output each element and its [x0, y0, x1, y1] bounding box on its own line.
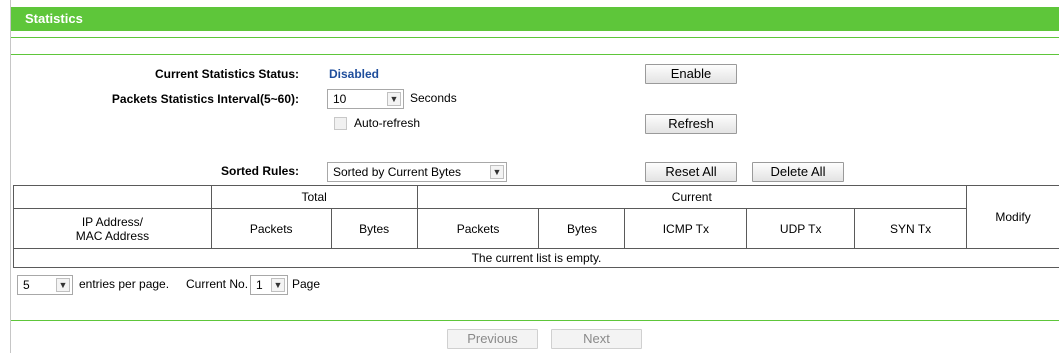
page-text: Page [292, 277, 321, 291]
syn-tx-header: SYN Tx [854, 208, 968, 249]
entries-per-page-select[interactable]: 5 ▼ [17, 275, 73, 295]
ip-address-header-line: IP Address/ [81, 214, 143, 229]
status-label: Current Statistics Status: [154, 67, 299, 81]
table-empty-row: The current list is empty. [13, 248, 1059, 268]
icmp-tx-header: ICMP Tx [624, 208, 748, 249]
reset-all-button[interactable]: Reset All [645, 162, 737, 182]
statistics-table: Total Current Modify IP Address/ MAC Add… [13, 185, 1059, 268]
interval-select-value: 10 [333, 92, 347, 106]
entries-per-page-value: 5 [23, 278, 30, 292]
total-packets-header: Packets [210, 208, 332, 249]
interval-select[interactable]: 10 ▼ [327, 89, 404, 109]
delete-all-button[interactable]: Delete All [752, 162, 844, 182]
page-number-value: 1 [256, 278, 263, 292]
next-button[interactable]: Next [551, 329, 642, 349]
udp-tx-header: UDP Tx [746, 208, 856, 249]
table-column-header-row: IP Address/ MAC Address Packets Bytes Pa… [13, 208, 1059, 249]
mac-address-header-line: MAC Address [75, 228, 150, 243]
current-packets-header: Packets [416, 208, 540, 249]
auto-refresh-label: Auto-refresh [354, 116, 421, 130]
sorted-rules-value: Sorted by Current Bytes [333, 165, 462, 179]
header-divider [11, 37, 1059, 38]
table-corner-cell [13, 185, 212, 209]
refresh-button[interactable]: Refresh [645, 114, 737, 134]
status-value: Disabled [329, 67, 380, 81]
chevron-down-icon: ▼ [387, 92, 401, 106]
auto-refresh-checkbox[interactable] [334, 117, 347, 130]
table-group-header-row: Total Current Modify [13, 185, 1059, 249]
panel-title: Statistics [11, 7, 1059, 31]
interval-label: Packets Statistics Interval(5~60): [111, 92, 299, 106]
current-no-label: Current No. [186, 277, 249, 291]
total-group-header: Total [210, 185, 418, 209]
ip-mac-column-header: IP Address/ MAC Address [13, 208, 212, 249]
chevron-down-icon: ▼ [271, 278, 285, 292]
current-bytes-header: Bytes [538, 208, 626, 249]
interval-unit: Seconds [410, 91, 457, 105]
chevron-down-icon: ▼ [56, 278, 70, 292]
chevron-down-icon: ▼ [490, 165, 504, 179]
current-group-header: Current [416, 185, 968, 209]
entries-per-page-text: entries per page. [79, 277, 170, 291]
enable-button[interactable]: Enable [645, 64, 737, 84]
statistics-panel: Statistics Current Statistics Status: Di… [10, 0, 1059, 353]
total-bytes-header: Bytes [330, 208, 418, 249]
section-divider-top [11, 54, 1059, 55]
footer-divider [11, 320, 1059, 321]
sorted-rules-select[interactable]: Sorted by Current Bytes ▼ [327, 162, 507, 182]
page-number-select[interactable]: 1 ▼ [250, 275, 288, 295]
modify-column-header: Modify [966, 185, 1059, 249]
previous-button[interactable]: Previous [447, 329, 538, 349]
sorted-rules-label: Sorted Rules: [220, 164, 299, 178]
empty-list-message: The current list is empty. [13, 248, 1059, 268]
